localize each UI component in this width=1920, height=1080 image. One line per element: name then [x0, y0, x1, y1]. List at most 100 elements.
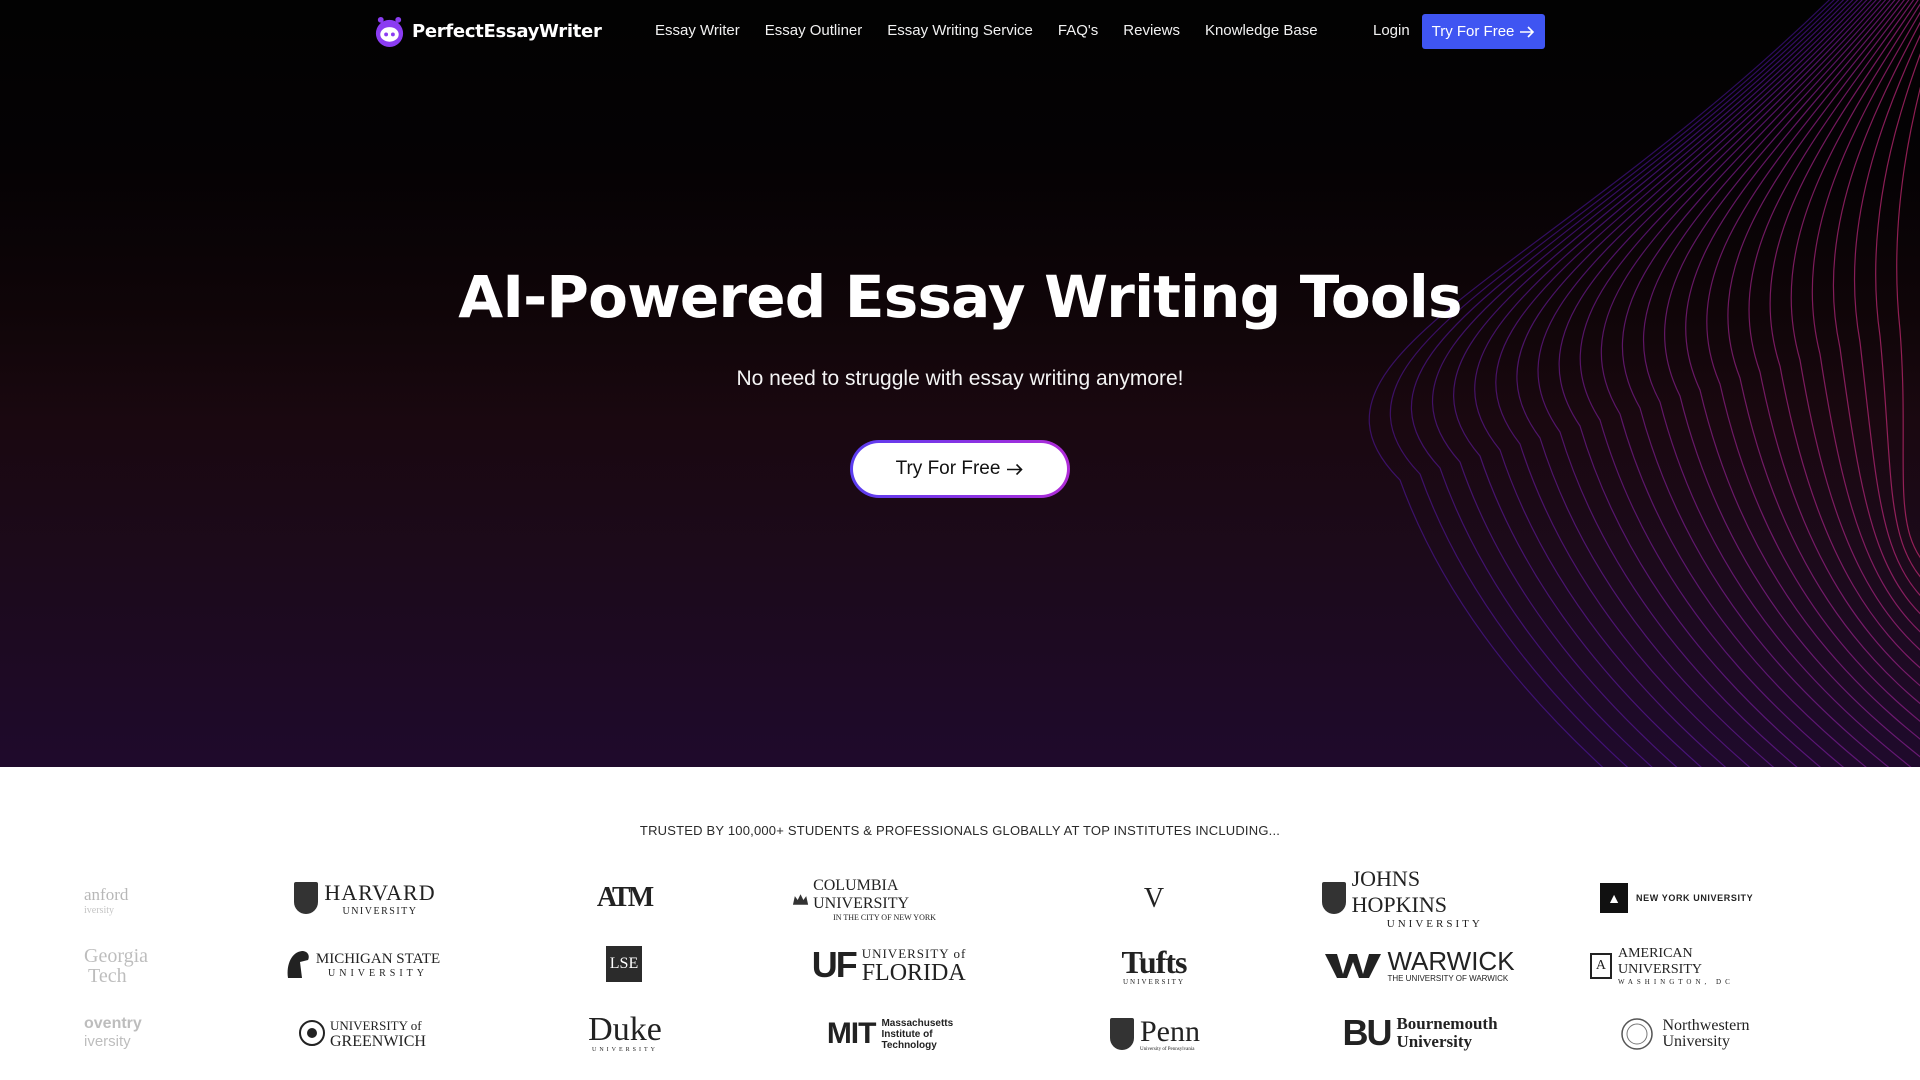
- harvard-line2: UNIVERSITY: [342, 905, 418, 917]
- login-link[interactable]: Login: [1373, 22, 1410, 39]
- logo-duke: Duke UNIVERSITY: [582, 1010, 668, 1056]
- top-nav: PerfectEssayWriter Essay Writer Essay Ou…: [0, 0, 1920, 64]
- logo-coventry: oventry iversity: [84, 1014, 164, 1050]
- logo-virginia: V: [1130, 878, 1178, 920]
- warwick-line1: WARWICK: [1387, 945, 1515, 976]
- trusted-heading: TRUSTED BY 100,000+ STUDENTS & PROFESSIO…: [639, 823, 1281, 838]
- warwick-line2: THE UNIVERSITY OF WARWICK: [1387, 973, 1509, 983]
- robot-logo-icon: [375, 16, 404, 47]
- greenwich-line1: UNIVERSITY of: [330, 1017, 422, 1033]
- harvard-line1: HARVARD: [324, 879, 436, 905]
- msu-line2: UNIVERSITY: [328, 968, 428, 979]
- wave-line: [1811, 11, 1920, 633]
- logo-columbia: COLUMBIA UNIVERSITY IN THE CITY OF NEW Y…: [792, 877, 988, 922]
- nav-cta-label: Try For Free: [1431, 23, 1515, 40]
- wave-line: [1769, 0, 1920, 669]
- hero-subtitle: No need to struggle with essay writing a…: [736, 367, 1184, 390]
- logo-georgia-tech: Georgia Tech: [84, 944, 164, 988]
- logo-penn: Penn University of Pennsylvania: [1100, 1014, 1210, 1054]
- columbia-line2: IN THE CITY OF NEW YORK: [833, 912, 936, 922]
- northwestern-seal-icon: [1621, 1018, 1654, 1050]
- logo-northwestern: Northwestern University: [1610, 1014, 1760, 1054]
- arrow-right-icon: [1520, 25, 1535, 38]
- au-mark-icon: A: [1590, 953, 1612, 979]
- nav-link-reviews[interactable]: Reviews: [1123, 22, 1180, 39]
- northwestern-line2: University: [1662, 1033, 1730, 1050]
- coventry-line1: oventry: [84, 1014, 142, 1032]
- nyu-text: NEW YORK UNIVERSITY: [1636, 893, 1754, 903]
- hero-try-free-button[interactable]: Try For Free: [850, 440, 1070, 498]
- mit-mark: MIT: [826, 1017, 877, 1050]
- nav-link-essay-outliner[interactable]: Essay Outliner: [765, 22, 863, 39]
- bu-line1: Bournemouth: [1396, 1014, 1498, 1033]
- institution-logos: anford iversity HARVARD UNIVERSITY ATM C…: [0, 866, 1920, 1080]
- duke-line1: Duke: [588, 1011, 662, 1048]
- columbia-line1: COLUMBIA UNIVERSITY: [813, 876, 910, 912]
- stanford-line2: iversity: [84, 904, 114, 916]
- virginia-mark: V: [1143, 883, 1165, 914]
- bu-mark: BU: [1342, 1012, 1392, 1053]
- nav-links: Essay Writer Essay Outliner Essay Writin…: [655, 22, 1343, 39]
- penn-shield-icon: [1110, 1018, 1134, 1050]
- hero-cta-label: Try For Free: [895, 458, 1001, 479]
- logo-nyu: ▲ NEW YORK UNIVERSITY: [1600, 882, 1770, 914]
- logo-american-university: A AMERICAN UNIVERSITY WASHINGTON, DC: [1590, 946, 1780, 986]
- logo-texas-am: ATM: [594, 876, 654, 920]
- brand-logo[interactable]: PerfectEssayWriter: [373, 14, 602, 48]
- harvard-shield-icon: [294, 882, 319, 914]
- logo-warwick: WARWICK THE UNIVERSITY OF WARWICK: [1322, 944, 1518, 986]
- mit-line3: Technology: [881, 1039, 937, 1051]
- tamu-mark: ATM: [596, 882, 654, 913]
- nav-link-essay-writer[interactable]: Essay Writer: [655, 22, 740, 39]
- msu-line1: MICHIGAN STATE: [315, 951, 441, 967]
- hero-title: AI-Powered Essay Writing Tools: [458, 263, 1462, 331]
- brand-name: PerfectEssayWriter: [412, 20, 602, 42]
- lse-mark: LSE: [609, 955, 639, 972]
- logo-stanford: anford iversity: [84, 882, 164, 918]
- jhu-line1: JOHNS HOPKINS: [1351, 866, 1447, 917]
- bu-line2: University: [1396, 1032, 1472, 1051]
- logo-tufts: Tufts UNIVERSITY: [1110, 944, 1198, 988]
- logo-greenwich: UNIVERSITY of GREENWICH: [294, 1014, 430, 1052]
- mit-line2: Institute of: [881, 1028, 933, 1040]
- greenwich-line2: GREENWICH: [330, 1032, 426, 1050]
- uf-mark: UF: [811, 944, 858, 985]
- logo-lse: LSE: [606, 946, 642, 982]
- logo-harvard: HARVARD UNIVERSITY: [290, 878, 440, 918]
- stanford-line1: anford: [84, 884, 129, 904]
- georgia-line1: Georgia: [84, 945, 149, 967]
- wave-line: [1790, 3, 1920, 651]
- logo-mit: MIT Massachusetts Institute of Technolog…: [820, 1014, 960, 1054]
- georgia-line2: Tech: [88, 965, 127, 987]
- uf-line2: FLORIDA: [861, 960, 966, 986]
- jhu-shield-icon: [1322, 882, 1346, 914]
- duke-line2: UNIVERSITY: [592, 1047, 658, 1053]
- logo-bournemouth: BU Bournemouth University: [1332, 1012, 1508, 1054]
- mit-line1: Massachusetts: [881, 1017, 954, 1029]
- northwestern-line1: Northwestern: [1662, 1017, 1750, 1034]
- jhu-line2: UNIVERSITY: [1386, 918, 1483, 930]
- greenwich-emblem-icon: [299, 1020, 325, 1046]
- penn-line1: Penn: [1140, 1014, 1200, 1048]
- spartan-helmet-icon: [287, 951, 309, 978]
- logo-university-of-florida: UF UNIVERSITY of FLORIDA: [796, 944, 982, 986]
- hero-cta-inner: Try For Free: [853, 443, 1067, 495]
- crown-icon: [792, 894, 809, 905]
- nav-try-free-button[interactable]: Try For Free: [1422, 14, 1545, 49]
- nyu-torch-icon: ▲: [1600, 883, 1628, 913]
- nav-link-faqs[interactable]: FAQ's: [1058, 22, 1098, 39]
- wave-line: [1748, 0, 1920, 687]
- tufts-line1: Tufts: [1121, 944, 1188, 980]
- penn-line2: University of Pennsylvania: [1140, 1046, 1195, 1052]
- logo-michigan-state: MICHIGAN STATE UNIVERSITY: [282, 946, 442, 984]
- hero-section: PerfectEssayWriter Essay Writer Essay Ou…: [0, 0, 1920, 767]
- warwick-w-icon: [1325, 954, 1382, 978]
- nav-link-essay-writing-service[interactable]: Essay Writing Service: [887, 22, 1033, 39]
- american-line1: AMERICAN UNIVERSITY: [1617, 946, 1702, 977]
- american-line2: WASHINGTON, DC: [1617, 978, 1734, 986]
- arrow-right-icon: [1007, 463, 1024, 475]
- coventry-line2: iversity: [84, 1032, 131, 1050]
- tufts-line2: UNIVERSITY: [1123, 978, 1185, 986]
- logo-johns-hopkins: JOHNS HOPKINS UNIVERSITY: [1322, 866, 1518, 930]
- nav-link-knowledge-base[interactable]: Knowledge Base: [1205, 22, 1318, 39]
